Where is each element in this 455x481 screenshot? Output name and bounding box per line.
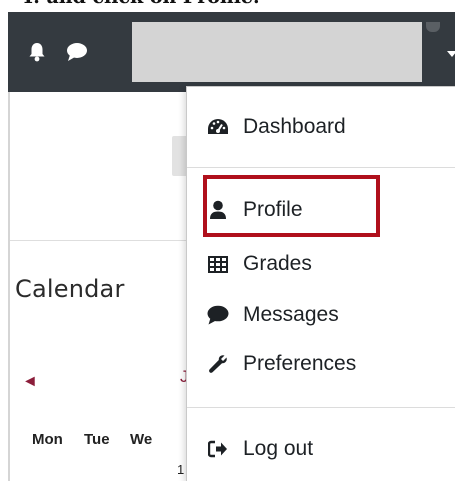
user-menu-dropdown: Dashboard Profile Grades Messages Prefer… [186, 86, 455, 481]
menu-item-preferences[interactable]: Preferences [187, 342, 455, 386]
menu-item-messages[interactable]: Messages [187, 293, 455, 337]
menu-item-grades[interactable]: Grades [187, 242, 455, 286]
wrench-icon [207, 353, 229, 375]
avatar[interactable] [426, 22, 440, 32]
menu-divider [187, 407, 455, 408]
calendar-day-header: Tue [84, 431, 110, 448]
menu-item-label: Preferences [243, 352, 357, 375]
top-navbar [8, 12, 455, 92]
menu-divider [187, 167, 455, 168]
calendar-prev-month-link[interactable]: ◄ [22, 374, 38, 390]
menu-item-label: Log out [243, 437, 314, 460]
menu-item-logout[interactable]: Log out [187, 427, 455, 471]
calendar-date-cell[interactable]: 1 [177, 462, 184, 477]
bell-icon[interactable] [28, 42, 46, 67]
instruction-caption: 4. and click on Profile. [0, 0, 455, 12]
block-divider [10, 240, 190, 241]
menu-item-label: Dashboard [243, 115, 346, 138]
dashboard-gauge-icon [207, 116, 229, 138]
menu-item-label: Grades [243, 252, 312, 275]
caret-down-icon[interactable] [447, 51, 455, 57]
table-icon [207, 253, 229, 275]
calendar-day-header: We [130, 431, 153, 448]
profile-highlight-annotation [203, 175, 380, 237]
screenshot: 4. and click on Profile. Calendar ◄ Ju M… [0, 0, 455, 481]
user-name-redacted[interactable] [132, 22, 422, 82]
page-left-border [8, 92, 10, 481]
calendar-block-title: Calendar [15, 275, 125, 303]
menu-item-label: Messages [243, 303, 339, 326]
menu-item-dashboard[interactable]: Dashboard [187, 105, 455, 149]
calendar-day-header: Mon [32, 431, 63, 448]
sign-out-icon [207, 438, 229, 460]
chat-bubble-icon [207, 304, 229, 326]
chat-icon[interactable] [66, 42, 88, 67]
